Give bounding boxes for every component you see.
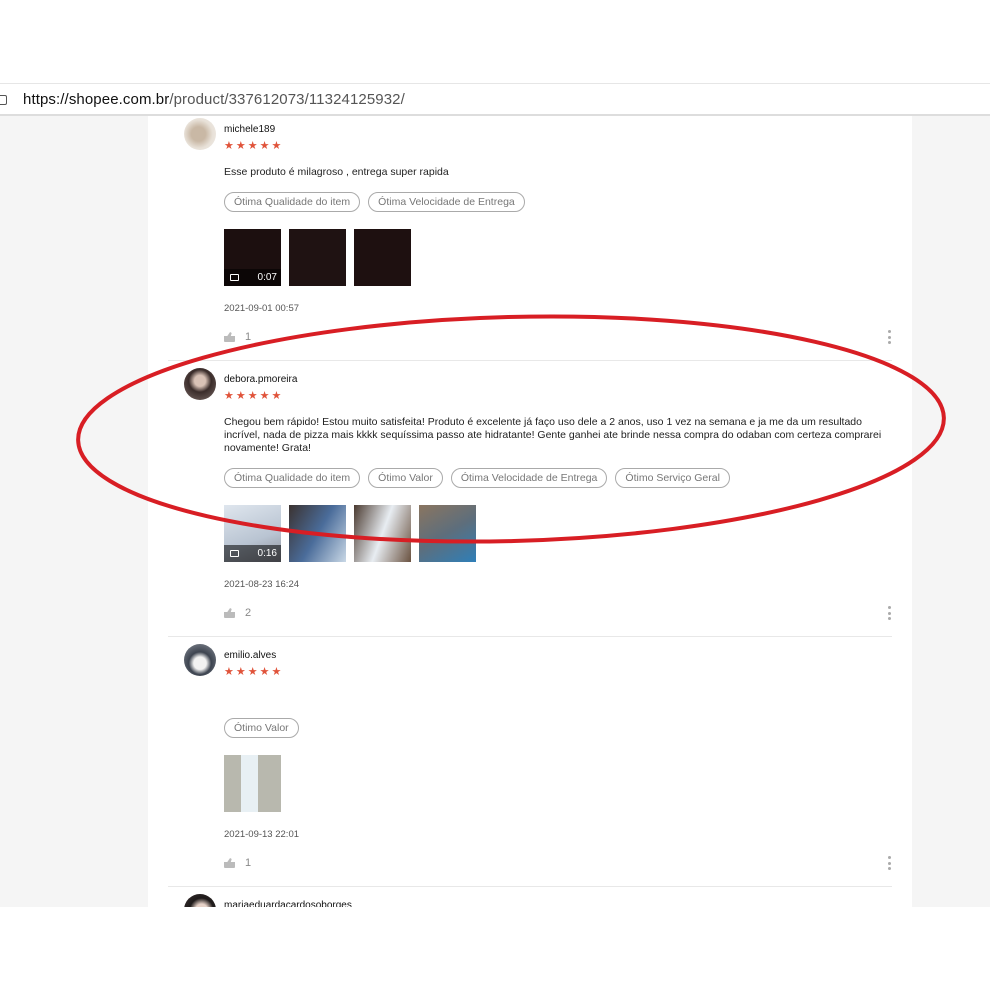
star-icon: ★ bbox=[235, 390, 246, 402]
review-text: Esse produto é milagroso , entrega super… bbox=[224, 166, 449, 178]
lock-icon[interactable] bbox=[0, 95, 7, 105]
review-photo-thumbnail[interactable] bbox=[289, 505, 346, 562]
video-camera-icon bbox=[230, 274, 239, 281]
thumbs-up-icon bbox=[224, 332, 235, 342]
reviewer-name[interactable]: emilio.alves bbox=[224, 649, 892, 663]
star-icon: ★ bbox=[247, 140, 258, 152]
review-photo-thumbnail[interactable] bbox=[289, 229, 346, 286]
like-count: 2 bbox=[245, 607, 252, 619]
review-item: debora.pmoreira ★ ★ ★ ★ ★ Chegou bem rápido!… bbox=[168, 361, 892, 637]
review-tag: Ótima Qualidade do item bbox=[224, 192, 361, 212]
video-duration: 0:16 bbox=[257, 548, 277, 559]
review-photo-thumbnail[interactable] bbox=[354, 505, 411, 562]
video-duration: 0:07 bbox=[257, 272, 277, 283]
star-icon: ★ bbox=[235, 140, 246, 152]
url-text[interactable]: https://shopee.com.br/product/337612073/… bbox=[23, 91, 405, 108]
review-list: michele189 ★ ★ ★ ★ ★ Esse produto é milagros… bbox=[168, 116, 892, 907]
reviewer-name[interactable]: michele189 bbox=[224, 123, 892, 137]
review-tag: Ótimo Valor bbox=[368, 468, 443, 488]
star-icon: ★ bbox=[271, 140, 282, 152]
star-rating: ★ ★ ★ ★ ★ bbox=[224, 666, 892, 678]
thumbs-up-icon bbox=[224, 608, 235, 618]
like-count: 1 bbox=[245, 331, 252, 343]
star-icon: ★ bbox=[235, 666, 246, 678]
review-photo-thumbnail[interactable] bbox=[224, 755, 281, 812]
like-count: 1 bbox=[245, 857, 252, 869]
star-icon: ★ bbox=[271, 666, 282, 678]
review-date: 2021-09-13 22:01 bbox=[224, 829, 300, 840]
review-tag: Ótimo Valor bbox=[224, 718, 299, 738]
review-date: 2021-08-23 16:24 bbox=[224, 579, 300, 590]
star-icon: ★ bbox=[259, 666, 270, 678]
review-tag: Ótima Qualidade do item bbox=[224, 468, 361, 488]
page-background: michele189 ★ ★ ★ ★ ★ Esse produto é milagros… bbox=[0, 116, 990, 907]
star-rating: ★ ★ ★ ★ ★ bbox=[224, 390, 892, 402]
more-options-icon[interactable] bbox=[888, 606, 892, 620]
star-icon: ★ bbox=[259, 390, 270, 402]
review-item: michele189 ★ ★ ★ ★ ★ Esse produto é milagros… bbox=[168, 116, 892, 361]
more-options-icon[interactable] bbox=[888, 330, 892, 344]
like-button[interactable]: 1 bbox=[224, 856, 892, 870]
avatar[interactable] bbox=[184, 118, 216, 150]
review-date: 2021-09-01 00:57 bbox=[224, 303, 300, 314]
review-tag: Ótima Velocidade de Entrega bbox=[450, 468, 608, 488]
review-item: emilio.alves ★ ★ ★ ★ ★ Ótimo Valor 2021-09-1… bbox=[168, 637, 892, 887]
review-tag: Ótima Velocidade de Entrega bbox=[368, 192, 525, 212]
like-button[interactable]: 2 bbox=[224, 606, 892, 620]
review-photo-thumbnail[interactable] bbox=[419, 505, 476, 562]
avatar[interactable] bbox=[184, 644, 216, 676]
reviews-card: michele189 ★ ★ ★ ★ ★ Esse produto é milagros… bbox=[148, 116, 912, 907]
review-video-thumbnail[interactable]: 0:16 bbox=[224, 505, 281, 562]
like-button[interactable]: 1 bbox=[224, 330, 892, 344]
review-tag: Ótimo Serviço Geral bbox=[615, 468, 730, 488]
review-item: mariaeduardacardosoborges ★★★★★ bbox=[168, 887, 892, 907]
review-text bbox=[224, 692, 889, 705]
avatar[interactable] bbox=[184, 894, 216, 907]
video-camera-icon bbox=[230, 550, 239, 557]
reviewer-name[interactable]: mariaeduardacardosoborges bbox=[224, 899, 892, 907]
review-text: Chegou bem rápido! Estou muito satisfeit… bbox=[224, 416, 882, 454]
reviewer-name[interactable]: debora.pmoreira bbox=[224, 373, 892, 387]
star-rating: ★ ★ ★ ★ ★ bbox=[224, 140, 892, 152]
star-icon: ★ bbox=[224, 390, 234, 402]
review-photo-thumbnail[interactable] bbox=[354, 229, 411, 286]
more-options-icon[interactable] bbox=[888, 856, 892, 870]
star-icon: ★ bbox=[224, 140, 234, 152]
star-icon: ★ bbox=[271, 390, 282, 402]
star-icon: ★ bbox=[247, 666, 258, 678]
review-video-thumbnail[interactable]: 0:07 bbox=[224, 229, 281, 286]
star-icon: ★ bbox=[259, 140, 270, 152]
avatar[interactable] bbox=[184, 368, 216, 400]
star-icon: ★ bbox=[224, 666, 234, 678]
address-bar[interactable]: https://shopee.com.br/product/337612073/… bbox=[0, 83, 990, 116]
thumbs-up-icon bbox=[224, 858, 235, 868]
star-icon: ★ bbox=[247, 390, 258, 402]
